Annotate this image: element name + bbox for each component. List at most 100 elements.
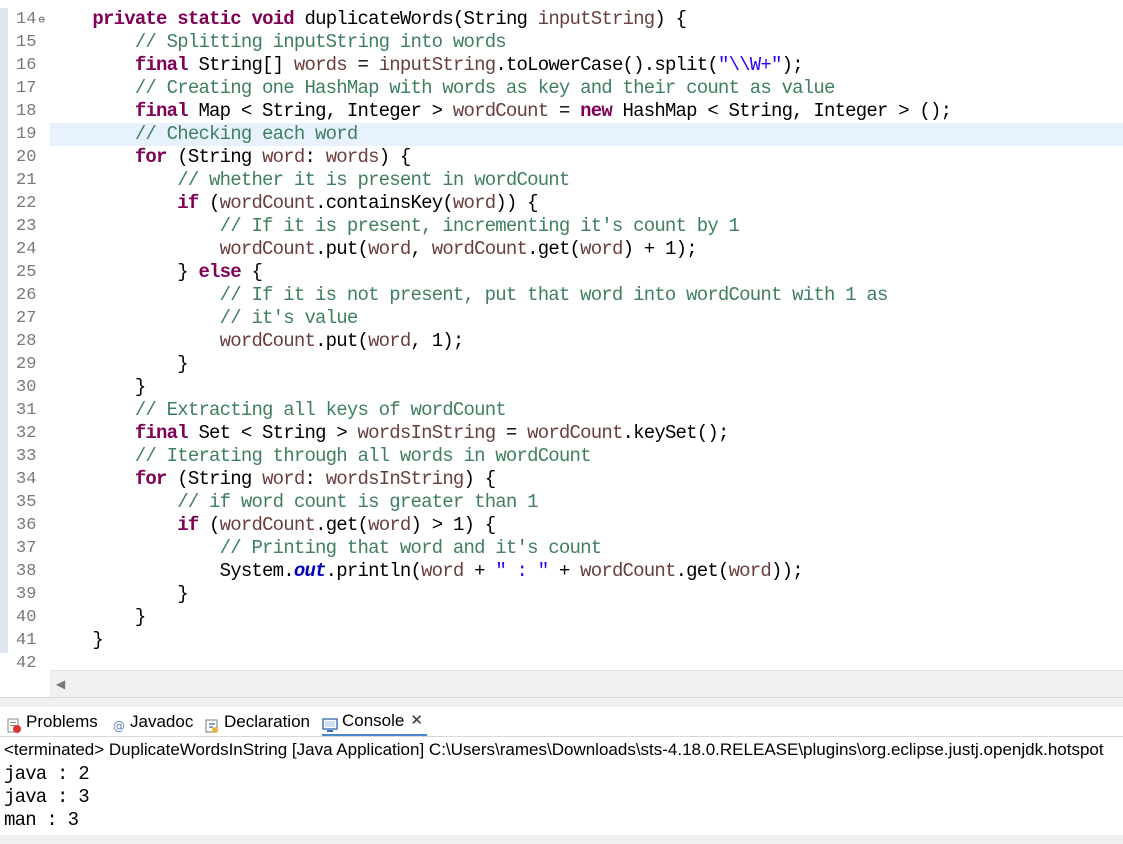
code-token: : xyxy=(304,146,326,168)
line-number-text: 29 xyxy=(16,355,37,374)
code-token: wordsInString xyxy=(325,468,465,490)
code-token: word xyxy=(262,146,305,168)
code-area[interactable]: private static void duplicateWords(Strin… xyxy=(50,8,1123,668)
tab-console[interactable]: Console ✕ xyxy=(322,707,427,736)
code-line[interactable]: // Creating one HashMap with words as ke… xyxy=(50,77,1123,100)
code-token: new xyxy=(580,100,613,122)
code-line[interactable]: // Splitting inputString into words xyxy=(50,31,1123,54)
code-token: if xyxy=(177,192,199,214)
tab-javadoc[interactable]: @ Javadoc xyxy=(112,707,193,736)
code-token: word xyxy=(580,238,623,260)
line-number-text: 18 xyxy=(16,102,37,121)
console-output[interactable]: java : 2 java : 3 man : 3 xyxy=(0,763,1123,835)
bottom-strip xyxy=(0,835,1123,844)
code-token: out xyxy=(293,560,327,582)
horizontal-scrollbar[interactable]: ◀ xyxy=(50,670,1123,697)
code-token: wordCount xyxy=(452,100,549,122)
console-line: man : 3 xyxy=(4,809,79,831)
code-token: String[] xyxy=(187,54,294,76)
scroll-left-icon[interactable]: ◀ xyxy=(56,677,65,691)
fold-icon[interactable]: ⊖ xyxy=(38,15,45,27)
code-token: inputString xyxy=(537,8,655,30)
code-line[interactable]: // Extracting all keys of wordCount xyxy=(50,399,1123,422)
code-token: .put( xyxy=(315,238,369,260)
code-line[interactable]: for (String word: words) { xyxy=(50,146,1123,169)
code-line[interactable]: // whether it is present in wordCount xyxy=(50,169,1123,192)
line-number-text: 26 xyxy=(16,286,37,305)
line-number-text: 37 xyxy=(16,539,37,558)
panel-divider[interactable] xyxy=(0,697,1123,707)
code-line[interactable]: } else { xyxy=(50,261,1123,284)
code-line[interactable]: System.out.println(word + " : " + wordCo… xyxy=(50,560,1123,583)
code-line[interactable]: final Map < String, Integer > wordCount … xyxy=(50,100,1123,123)
code-line[interactable]: final String[] words = inputString.toLow… xyxy=(50,54,1123,77)
code-line[interactable]: if (wordCount.containsKey(word)) { xyxy=(50,192,1123,215)
code-line[interactable]: } xyxy=(50,583,1123,606)
code-token: = xyxy=(346,54,379,76)
code-token: .containsKey( xyxy=(315,192,454,214)
code-line[interactable]: } xyxy=(50,353,1123,376)
javadoc-icon: @ xyxy=(112,714,126,733)
code-token: ( xyxy=(198,192,220,214)
code-token: ) + 1); xyxy=(622,238,698,260)
code-line[interactable]: } xyxy=(50,629,1123,652)
code-line[interactable]: for (String word: wordsInString) { xyxy=(50,468,1123,491)
code-line[interactable]: // Iterating through all words in wordCo… xyxy=(50,445,1123,468)
code-token: wordCount xyxy=(527,422,623,444)
code-token: // Checking each word xyxy=(134,123,358,145)
tab-problems[interactable]: Problems xyxy=(6,707,98,736)
code-token: void xyxy=(251,8,294,30)
line-number-text: 16 xyxy=(16,56,37,75)
line-number-gutter: 14 ⊖ 15 16 17 18 19 20 21 22 23 24 25 26 27 28 29 30 31 32 3… xyxy=(8,8,50,673)
code-line[interactable]: wordCount.put(word, 1); xyxy=(50,330,1123,353)
code-token: ) { xyxy=(654,8,687,30)
code-token: HashMap < String, Integer > (); xyxy=(611,100,952,122)
code-line[interactable]: // if word count is greater than 1 xyxy=(50,491,1123,514)
panel-tab-bar: Problems @ Javadoc Declaration Console ✕ xyxy=(0,707,1123,737)
code-token: for xyxy=(134,146,168,168)
code-token: wordCount xyxy=(431,238,528,260)
code-token: (String xyxy=(166,146,263,168)
code-line[interactable]: // it's value xyxy=(50,307,1123,330)
line-number-text: 41 xyxy=(16,631,37,650)
code-token: if xyxy=(177,514,199,536)
code-line[interactable]: // Checking each word xyxy=(50,123,1123,146)
tab-label: Declaration xyxy=(224,712,310,731)
declaration-icon xyxy=(204,714,220,733)
code-line[interactable]: private static void duplicateWords(Strin… xyxy=(50,8,1123,31)
code-line[interactable]: // If it is present, incrementing it's c… xyxy=(50,215,1123,238)
code-line[interactable]: } xyxy=(50,606,1123,629)
code-line[interactable]: } xyxy=(50,376,1123,399)
tab-declaration[interactable]: Declaration xyxy=(204,707,310,736)
tab-label: Console xyxy=(342,711,405,730)
code-token: , xyxy=(410,238,432,260)
code-line[interactable]: wordCount.put(word, wordCount.get(word) … xyxy=(50,238,1123,261)
code-line[interactable]: // Printing that word and it's count xyxy=(50,537,1123,560)
code-line[interactable]: if (wordCount.get(word) > 1) { xyxy=(50,514,1123,537)
svg-text:@: @ xyxy=(113,719,125,733)
line-number-text: 20 xyxy=(16,148,37,167)
code-editor[interactable]: 14 ⊖ 15 16 17 18 19 20 21 22 23 24 25 26 27 28 29 30 31 32 3… xyxy=(0,0,1123,697)
code-token: word xyxy=(368,330,411,352)
code-token: words xyxy=(325,146,380,168)
editor-top-strip xyxy=(0,0,1123,3)
code-token: , 1); xyxy=(410,330,465,352)
line-number-text: 32 xyxy=(16,424,37,443)
code-token: words xyxy=(293,54,348,76)
console-status: <terminated> DuplicateWordsInString [Jav… xyxy=(0,737,1123,763)
code-line[interactable]: final Set < String > wordsInString = wor… xyxy=(50,422,1123,445)
overview-ruler xyxy=(0,8,8,653)
tab-label: Problems xyxy=(26,712,98,731)
code-token: // Printing that word and it's count xyxy=(219,537,602,559)
close-icon[interactable]: ✕ xyxy=(410,706,423,735)
code-token: final xyxy=(134,54,189,76)
code-line[interactable]: // If it is not present, put that word i… xyxy=(50,284,1123,307)
